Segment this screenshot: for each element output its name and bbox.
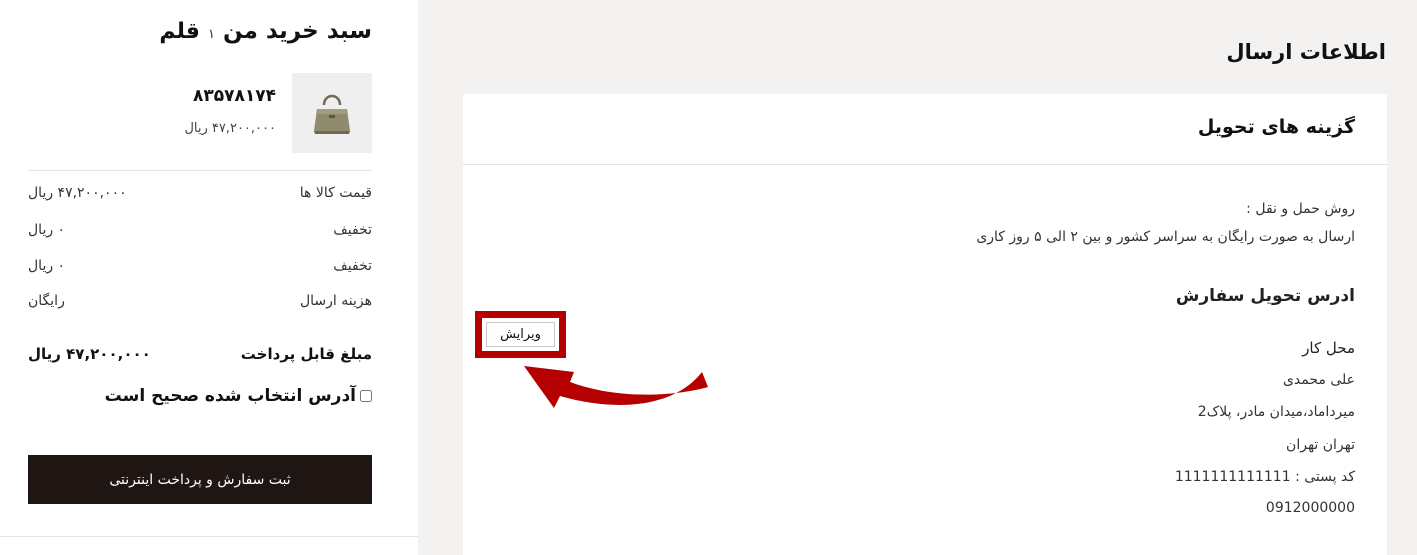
annotation-arrow-icon <box>524 366 708 408</box>
panel-bottom-divider <box>0 536 418 537</box>
summary-label: تخفیف <box>333 258 372 274</box>
submit-order-button[interactable]: ثبت سفارش و پرداخت اینترنتی <box>28 455 372 504</box>
summary-divider <box>28 170 372 171</box>
summary-row-shipping-cost: هزینه ارسال رایگان <box>28 293 372 315</box>
summary-value: رایگان <box>28 293 65 309</box>
product-code: ۸۳۵۷۸۱۷۴ <box>192 86 276 106</box>
card-header: گزینه های تحویل <box>463 94 1387 165</box>
cart-title: سبد خرید من ۱ قلم <box>159 18 372 44</box>
handbag-icon <box>314 94 350 134</box>
address-street: میرداماد،میدان مادر، پلاک2 <box>1197 404 1355 420</box>
total-label: مبلغ قابل پرداخت <box>240 345 372 363</box>
address-phone: 0912000000 <box>1265 500 1355 516</box>
summary-row-discount: تخفیف ۰ ریال <box>28 222 372 244</box>
shipping-method-label: روش حمل و نقل : <box>1246 201 1355 217</box>
summary-value: ۰ ریال <box>28 258 66 274</box>
cart-item-unit: قلم <box>159 19 200 44</box>
summary-value: ۴۷,۲۰۰,۰۰۰ ریال <box>28 185 127 201</box>
shipping-section-title: اطلاعات ارسال <box>1226 40 1386 64</box>
summary-row-discount-2: تخفیف ۰ ریال <box>28 258 372 280</box>
address-confirm-row[interactable]: آدرس انتخاب شده صحیح است <box>105 386 372 406</box>
address-title: ادرس تحویل سفارش <box>1175 286 1355 306</box>
address-recipient: علی محمدی <box>1282 372 1355 388</box>
cart-item-count: ۱ <box>207 27 215 42</box>
total-value: ۴۷,۲۰۰,۰۰۰ ریال <box>28 345 151 363</box>
shipping-method-description: ارسال به صورت رایگان به سراسر کشور و بین… <box>976 229 1355 245</box>
summary-value: ۰ ریال <box>28 222 66 238</box>
address-confirm-label: آدرس انتخاب شده صحیح است <box>104 386 356 406</box>
delivery-options-title: گزینه های تحویل <box>1197 116 1355 138</box>
address-confirm-checkbox[interactable] <box>360 390 372 402</box>
product-thumbnail[interactable] <box>292 73 372 153</box>
address-name: محل کار <box>1302 339 1355 357</box>
summary-label: قیمت کالا ها <box>299 185 372 201</box>
shipping-area: اطلاعات ارسال گزینه های تحویل روش حمل و … <box>418 0 1417 555</box>
delivery-options-card: گزینه های تحویل روش حمل و نقل : ارسال به… <box>463 94 1387 555</box>
cart-title-text: سبد خرید من <box>222 18 372 44</box>
address-city: تهران تهران <box>1286 437 1355 453</box>
summary-label: هزینه ارسال <box>299 293 372 309</box>
cart-panel: سبد خرید من ۱ قلم ۸۳۵۷۸۱۷۴ ۴۷,۲۰۰,۰۰۰ ری… <box>0 0 418 555</box>
summary-label: تخفیف <box>333 222 372 238</box>
summary-row-items-price: قیمت کالا ها ۴۷,۲۰۰,۰۰۰ ریال <box>28 185 372 207</box>
product-price: ۴۷,۲۰۰,۰۰۰ ریال <box>184 121 276 136</box>
total-payable-row: مبلغ قابل پرداخت ۴۷,۲۰۰,۰۰۰ ریال <box>28 345 372 363</box>
address-postal-code: کد پستی : 1111111111111 <box>1174 469 1355 485</box>
edit-address-button[interactable]: ویرایش <box>486 322 555 347</box>
